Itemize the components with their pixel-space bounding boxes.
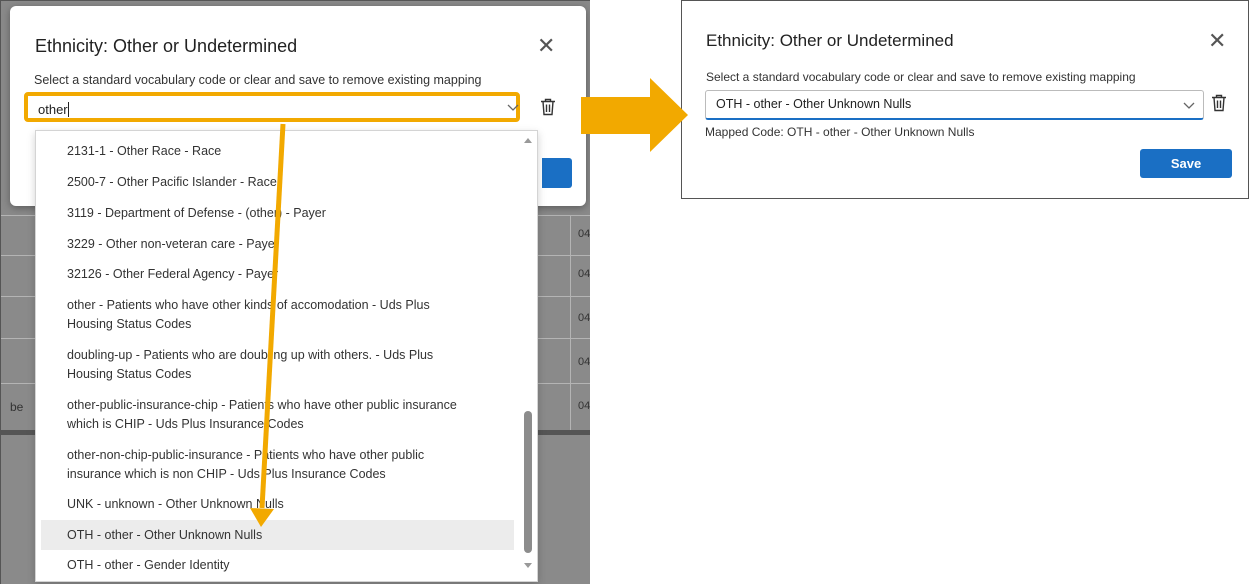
table-cell: 04 xyxy=(578,356,590,368)
table-cell: 04 xyxy=(578,312,590,324)
dialog-title: Ethnicity: Other or Undetermined xyxy=(706,31,954,50)
trash-icon[interactable] xyxy=(540,98,556,116)
code-search-combobox[interactable]: OTH - other - Other Unknown Nulls xyxy=(705,90,1204,120)
table-cell: 04 xyxy=(578,268,590,280)
scrollbar-thumb[interactable] xyxy=(524,411,532,553)
table-cell: be xyxy=(10,400,24,414)
dropdown-option[interactable]: other - Patients who have other kinds of… xyxy=(67,296,430,315)
dropdown-option[interactable]: OTH - other - Gender Identity xyxy=(67,556,230,575)
close-icon[interactable]: ✕ xyxy=(1208,30,1226,52)
dropdown-option-cont[interactable]: Housing Status Codes xyxy=(67,315,191,334)
close-icon[interactable]: ✕ xyxy=(537,35,555,57)
options-dropdown: 2131-1 - Other Race - Race 2500-7 - Othe… xyxy=(35,130,538,582)
dropdown-option[interactable]: other-non-chip-public-insurance - Patien… xyxy=(67,446,424,465)
dropdown-option[interactable]: doubling-up - Patients who are doubling … xyxy=(67,346,433,365)
chevron-down-icon[interactable] xyxy=(506,100,520,114)
dropdown-option[interactable]: 2500-7 - Other Pacific Islander - Race xyxy=(67,173,277,192)
table-cell: 04 xyxy=(578,400,590,412)
dropdown-option[interactable]: UNK - unknown - Other Unknown Nulls xyxy=(67,495,284,514)
left-screenshot: 04 04 04 04 04 be Ethnicity: Other or Un… xyxy=(0,0,590,584)
save-button[interactable] xyxy=(542,158,572,188)
mapped-code-text: Mapped Code: OTH - other - Other Unknown… xyxy=(705,125,975,139)
dropdown-option[interactable]: 3229 - Other non-veteran care - Payer xyxy=(67,235,279,254)
chevron-down-icon[interactable] xyxy=(1182,98,1196,112)
table-cell: 04 xyxy=(578,228,590,240)
dropdown-option[interactable]: 2131-1 - Other Race - Race xyxy=(67,142,221,161)
right-screenshot: Ethnicity: Other or Undetermined ✕ Selec… xyxy=(681,0,1249,199)
dropdown-option[interactable]: 32126 - Other Federal Agency - Payer xyxy=(67,265,278,284)
trash-icon[interactable] xyxy=(1211,94,1227,112)
save-button[interactable]: Save xyxy=(1140,149,1232,178)
dropdown-option[interactable]: 3119 - Department of Defense - (other) -… xyxy=(67,204,326,223)
search-input[interactable]: other xyxy=(38,102,69,117)
dropdown-option[interactable]: other-public-insurance-chip - Patients w… xyxy=(67,396,457,415)
dropdown-option-cont[interactable]: insurance which is non CHIP - Uds Plus I… xyxy=(67,465,386,484)
dialog-title: Ethnicity: Other or Undetermined xyxy=(35,36,298,56)
dialog-subtitle: Select a standard vocabulary code or cle… xyxy=(706,70,1136,84)
dropdown-option-selected[interactable]: OTH - other - Other Unknown Nulls xyxy=(67,526,262,545)
scroll-up-icon[interactable] xyxy=(524,138,532,143)
scroll-down-icon[interactable] xyxy=(524,563,532,568)
search-input[interactable]: OTH - other - Other Unknown Nulls xyxy=(716,97,911,111)
dropdown-option-cont[interactable]: Housing Status Codes xyxy=(67,365,191,384)
block-arrow xyxy=(581,78,688,152)
table-col-line xyxy=(570,215,571,430)
dropdown-option-cont[interactable]: which is CHIP - Uds Plus Insurance Codes xyxy=(67,415,304,434)
code-search-combobox[interactable]: other xyxy=(24,92,520,122)
dialog-subtitle: Select a standard vocabulary code or cle… xyxy=(34,73,482,87)
